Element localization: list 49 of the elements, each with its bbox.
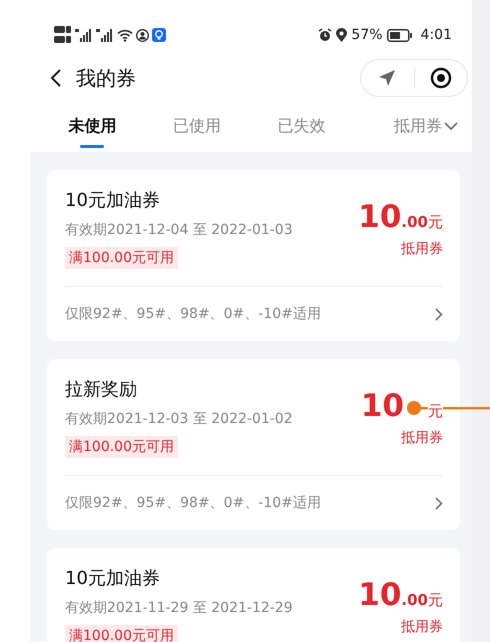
amount-cents: .00 — [401, 591, 428, 609]
condition-tag: 满100.00元可用 — [65, 436, 178, 458]
coupon-title: 10元加油券 — [65, 567, 160, 591]
coupon-type: 抵用券 — [401, 429, 443, 447]
alarm-icon — [318, 28, 332, 42]
user-icon — [136, 28, 149, 42]
coupon-title: 拉新奖励 — [65, 378, 137, 402]
scope-text: 仅限92#、95#、98#、0#、-10#适用 — [65, 494, 321, 512]
currency-unit: 元 — [428, 213, 443, 232]
signal-icon — [75, 28, 93, 42]
location-icon — [336, 28, 348, 42]
validity-text: 有效期2021-12-03 至 2022-01-02 — [65, 410, 293, 429]
coupon-type: 抵用券 — [401, 618, 443, 636]
coupon-card[interactable]: 拉新奖励 有效期2021-12-03 至 2022-01-02 满100.00元可用 10 元 抵用券 仅限92#、95#、98#、0#、-10#适用 — [47, 359, 460, 530]
currency-unit: 元 — [428, 591, 443, 610]
validity-text: 有效期2021-11-29 至 2021-12-29 — [65, 599, 293, 618]
currency-unit: 元 — [428, 402, 443, 421]
filter-dropdown[interactable]: 抵用券 — [354, 106, 466, 152]
scope-row[interactable]: 仅限92#、95#、98#、0#、-10#适用 — [65, 286, 443, 341]
amount-cents: .00 — [401, 213, 428, 231]
battery-percent: 57% — [351, 27, 383, 43]
back-icon — [50, 69, 62, 87]
validity-text: 有效期2021-12-04 至 2022-01-03 — [65, 221, 293, 240]
condition-tag: 满100.00元可用 — [65, 625, 178, 642]
condition-tag: 满100.00元可用 — [65, 247, 178, 269]
chevron-right-icon — [435, 308, 443, 320]
navigation-arrow-icon — [378, 69, 396, 87]
coupon-card[interactable]: 10元加油券 有效期2021-11-29 至 2021-12-29 满100.00元可用 10.00元 抵用券 — [47, 548, 460, 642]
chevron-down-icon — [444, 122, 458, 130]
tab[interactable]: 已使用 — [144, 106, 249, 152]
scope-row[interactable]: 仅限92#、95#、98#、0#、-10#适用 — [65, 475, 443, 530]
amount-value: 10 — [358, 578, 402, 612]
coupon-type: 抵用券 — [401, 240, 443, 258]
coupon-card[interactable]: 10元加油券 有效期2021-12-04 至 2022-01-03 满100.00元可用 10.00元 抵用券 仅限92#、95#、98#、0#、-10#适用 — [47, 170, 460, 341]
amount-value: 10 — [358, 200, 402, 234]
scope-text: 仅限92#、95#、98#、0#、-10#适用 — [65, 305, 321, 323]
amount-value: 10 — [360, 389, 404, 423]
hd-icon — [54, 25, 72, 45]
target-icon — [430, 67, 452, 89]
page-title: 我的券 — [76, 64, 137, 92]
signal-icon — [96, 28, 114, 42]
tab[interactable]: 已失效 — [249, 106, 354, 152]
chevron-right-icon — [435, 496, 443, 510]
battery-icon — [386, 28, 413, 42]
coupon-title: 10元加油券 — [65, 189, 160, 213]
bulb-icon — [152, 28, 166, 42]
wifi-icon — [117, 28, 133, 42]
clock: 4:01 — [420, 27, 452, 43]
tab[interactable]: 未使用 — [40, 106, 144, 152]
